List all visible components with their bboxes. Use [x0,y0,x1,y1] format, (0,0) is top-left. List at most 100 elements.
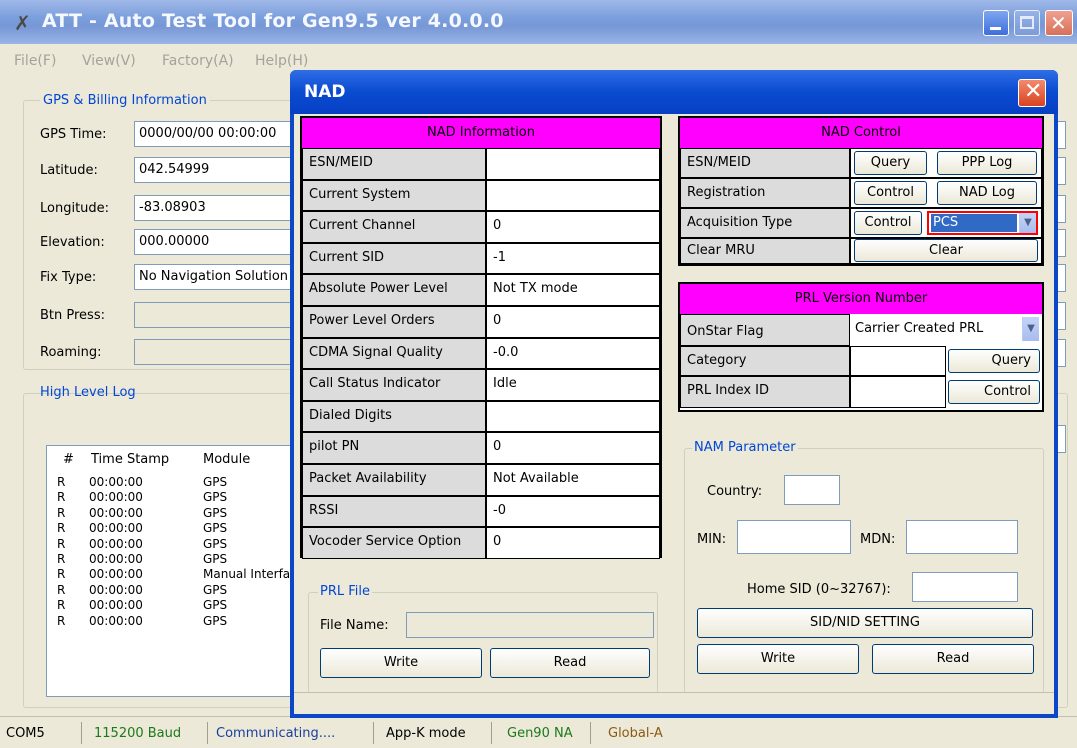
home-sid-label: Home SID (0~32767): [747,582,891,597]
log-col-index[interactable]: # [63,452,74,467]
nad-titlebar[interactable]: NAD ✕ [290,70,1058,114]
main-close-button[interactable]: ✕ [1045,10,1073,36]
log-col-timestamp[interactable]: Time Stamp [91,452,169,467]
prl-label-onstar: OnStar Flag [680,314,850,346]
log-cell-index: R [57,567,66,582]
prl-index-input[interactable] [850,376,946,408]
log-cell-index: R [57,598,66,613]
menu-help[interactable]: Help(H) [255,53,308,69]
nad-close-button[interactable]: ✕ [1018,79,1046,107]
category-query-button[interactable]: Query [948,349,1040,373]
control-row-clear-mru: Clear MRU Clear [680,238,1042,264]
btn-press-label: Btn Press: [40,308,105,323]
menu-factory[interactable]: Factory(A) [162,53,234,69]
latitude-label: Latitude: [40,163,98,178]
table-row[interactable]: R 00:00:00 GPS [47,490,307,505]
info-row: pilot PN 0 [302,432,660,464]
elevation-label: Elevation: [40,235,105,250]
mdn-input[interactable] [906,520,1018,554]
table-row[interactable]: R 00:00:00 GPS [47,552,307,567]
status-mode: App-K mode [386,726,466,741]
sid-nid-setting-button[interactable]: SID/NID SETTING [697,608,1033,638]
status-separator [373,722,374,744]
control-row-acquisition: Acquisition Type Control PCS ▼ [680,208,1042,238]
info-label: RSSI [302,495,486,528]
close-icon: ✕ [1050,11,1067,35]
min-input[interactable] [737,520,851,554]
menu-view[interactable]: View(V) [82,53,136,69]
log-col-module[interactable]: Module [203,452,250,467]
gps-time-label: GPS Time: [40,127,107,142]
info-row: Dialed Digits [302,400,660,433]
prl-file-title: PRL File [318,584,373,599]
gps-group-title: GPS & Billing Information [40,93,210,108]
info-row: Call Status Indicator Idle [302,369,660,401]
onstar-flag-select[interactable]: Carrier Created PRL ▼ [852,316,1040,342]
log-group-title: High Level Log [40,385,136,400]
table-row[interactable]: R 00:00:00 GPS [47,506,307,521]
prl-version-header: PRL Version Number [680,284,1042,314]
menubar: File(F) View(V) Factory(A) Help(H) [0,44,1077,69]
table-row[interactable]: R 00:00:00 GPS [47,537,307,552]
info-row: Current Channel 0 [302,211,660,243]
prl-index-control-button[interactable]: Control [948,380,1040,404]
nad-log-button[interactable]: NAD Log [937,181,1037,205]
file-name-input[interactable] [406,612,654,638]
table-row[interactable]: R 00:00:00 GPS [47,598,307,613]
info-value: -1 [486,242,660,275]
nam-write-button[interactable]: Write [697,644,859,674]
maximize-button[interactable] [1014,10,1040,36]
info-label: Packet Availability [302,464,486,496]
acquisition-type-select[interactable]: PCS ▼ [927,211,1038,235]
right-edge-control [1058,195,1066,223]
table-row[interactable]: R 00:00:00 GPS [47,521,307,536]
table-row[interactable]: R 00:00:00 GPS [47,475,307,490]
home-sid-input[interactable] [912,572,1018,602]
info-value [486,400,660,433]
log-cell-index: R [57,490,66,505]
log-list[interactable]: # Time Stamp Module R 00:00:00 GPS R 00:00:0… [46,445,306,697]
info-value: Idle [486,369,660,401]
log-cell-index: R [57,505,66,520]
info-row: Current System [302,179,660,212]
info-value: -0 [486,495,660,528]
info-label: CDMA Signal Quality [302,337,486,370]
log-cell-time: 00:00:00 [89,490,143,505]
nam-parameter-title: NAM Parameter [692,440,798,455]
chevron-down-icon[interactable]: ▼ [1022,317,1039,341]
info-value: 0 [486,432,660,464]
clear-mru-button[interactable]: Clear [854,239,1038,262]
control-label-registration: Registration [680,178,850,208]
info-value: Not TX mode [486,274,660,306]
main-titlebar[interactable]: ✗ ATT - Auto Test Tool for Gen9.5 ver 4.… [0,0,1077,44]
right-edge-control [1058,121,1066,149]
menu-file[interactable]: File(F) [14,53,56,69]
nam-read-button[interactable]: Read [872,644,1034,674]
status-separator [207,722,208,744]
status-port: COM5 [6,726,45,741]
country-input[interactable] [784,475,840,505]
prl-read-button[interactable]: Read [490,648,650,678]
chevron-down-icon[interactable]: ▼ [1019,213,1036,233]
table-row[interactable]: R 00:00:00 Manual Interface [47,567,307,582]
nad-info-header: NAD Information [302,118,660,148]
status-separator [491,722,492,744]
log-cell-time: 00:00:00 [89,582,143,597]
prl-label-index: PRL Index ID [680,376,850,408]
minimize-button[interactable] [983,10,1009,36]
acquisition-control-button[interactable]: Control [854,211,922,235]
ppp-log-button[interactable]: PPP Log [937,151,1037,175]
log-cell-index: R [57,582,66,597]
registration-control-button[interactable]: Control [854,181,927,205]
nad-status-strip [294,692,1054,714]
status-comm: Communicating.... [216,726,336,741]
table-row[interactable]: R 00:00:00 GPS [47,583,307,598]
prl-version-table: PRL Version Number OnStar Flag Carrier C… [678,282,1044,412]
prl-write-button[interactable]: Write [320,648,482,678]
info-label: Dialed Digits [302,400,486,433]
control-row-registration: Registration Control NAD Log [680,178,1042,208]
table-row[interactable]: R 00:00:00 GPS [47,614,307,629]
category-input[interactable] [850,346,946,376]
esn-query-button[interactable]: Query [854,151,927,175]
main-title: ATT - Auto Test Tool for Gen9.5 ver 4.0.… [42,10,504,32]
